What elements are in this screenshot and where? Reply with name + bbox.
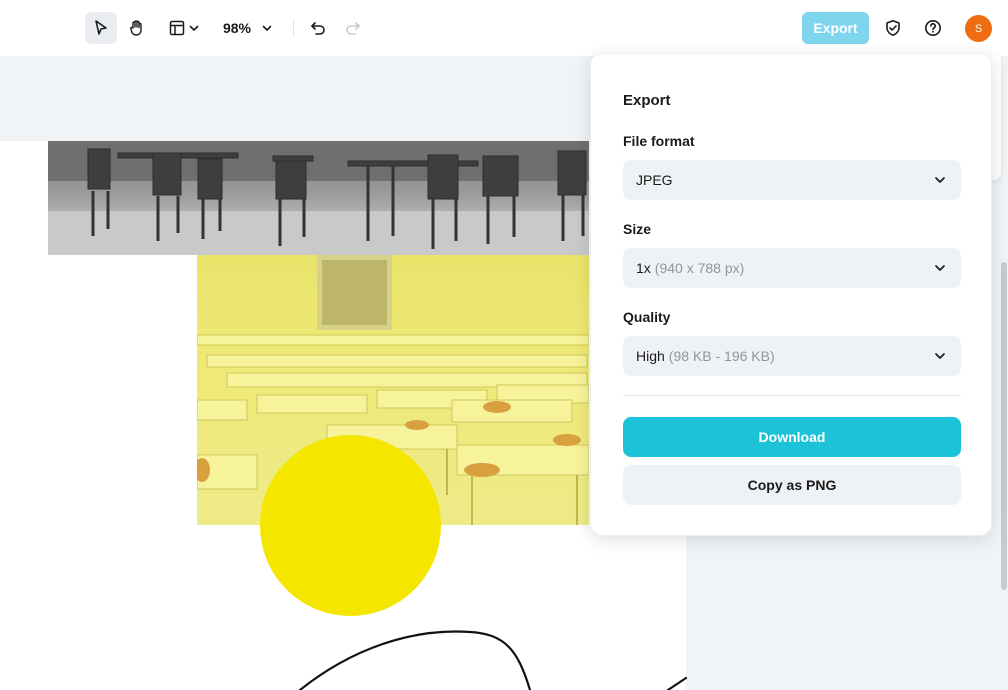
size-dropdown[interactable]: 1x (940 x 788 px) <box>623 248 961 288</box>
chairs-illustration <box>48 141 589 255</box>
quality-dropdown[interactable]: High (98 KB - 196 KB) <box>623 336 961 376</box>
redo-icon <box>346 22 360 35</box>
freehand-stroke[interactable] <box>290 620 690 690</box>
chevron-down-icon <box>935 177 945 183</box>
chairs-image[interactable] <box>48 141 589 255</box>
size-detail: (940 x 788 px) <box>654 260 745 276</box>
size-value: 1x <box>636 260 651 276</box>
top-toolbar: 98% Export S <box>0 0 1008 56</box>
shield-check-icon <box>886 20 900 36</box>
panel-title: Export <box>623 92 671 109</box>
zoom-level: 98% <box>222 20 252 36</box>
select-tool-button[interactable] <box>85 12 117 44</box>
quality-detail: (98 KB - 196 KB) <box>668 348 775 364</box>
chevron-down-icon <box>189 25 199 31</box>
yellow-circle-shape[interactable] <box>260 435 441 616</box>
quality-label: Quality <box>623 309 671 325</box>
file-format-value: JPEG <box>636 172 673 188</box>
chevron-down-icon <box>262 25 272 31</box>
toolbar-divider <box>293 19 294 37</box>
panel-divider <box>623 395 961 396</box>
size-label: Size <box>623 221 652 237</box>
layout-icon <box>169 20 185 36</box>
quality-value: High <box>636 348 665 364</box>
hand-icon <box>130 20 142 36</box>
copy-as-png-button[interactable]: Copy as PNG <box>623 465 961 505</box>
help-button[interactable] <box>917 12 949 44</box>
chevron-down-icon <box>935 265 945 271</box>
redo-button[interactable] <box>337 12 369 44</box>
export-panel: Export File format JPEG Size 1x (940 x 7… <box>590 53 992 536</box>
zoom-dropdown[interactable]: 98% <box>214 12 282 44</box>
chevron-down-icon <box>935 353 945 359</box>
file-format-dropdown[interactable]: JPEG <box>623 160 961 200</box>
export-button[interactable]: Export <box>802 12 869 44</box>
pointer-arrow-icon <box>95 20 107 35</box>
download-button[interactable]: Download <box>623 417 961 457</box>
layout-dropdown-button[interactable] <box>160 12 208 44</box>
shield-button[interactable] <box>877 12 909 44</box>
vertical-scrollbar[interactable] <box>1001 262 1007 590</box>
undo-button[interactable] <box>302 12 334 44</box>
user-avatar[interactable]: S <box>965 15 992 42</box>
hand-tool-button[interactable] <box>121 12 153 44</box>
help-circle-icon <box>925 20 941 36</box>
file-format-label: File format <box>623 133 695 149</box>
undo-icon <box>311 22 325 35</box>
